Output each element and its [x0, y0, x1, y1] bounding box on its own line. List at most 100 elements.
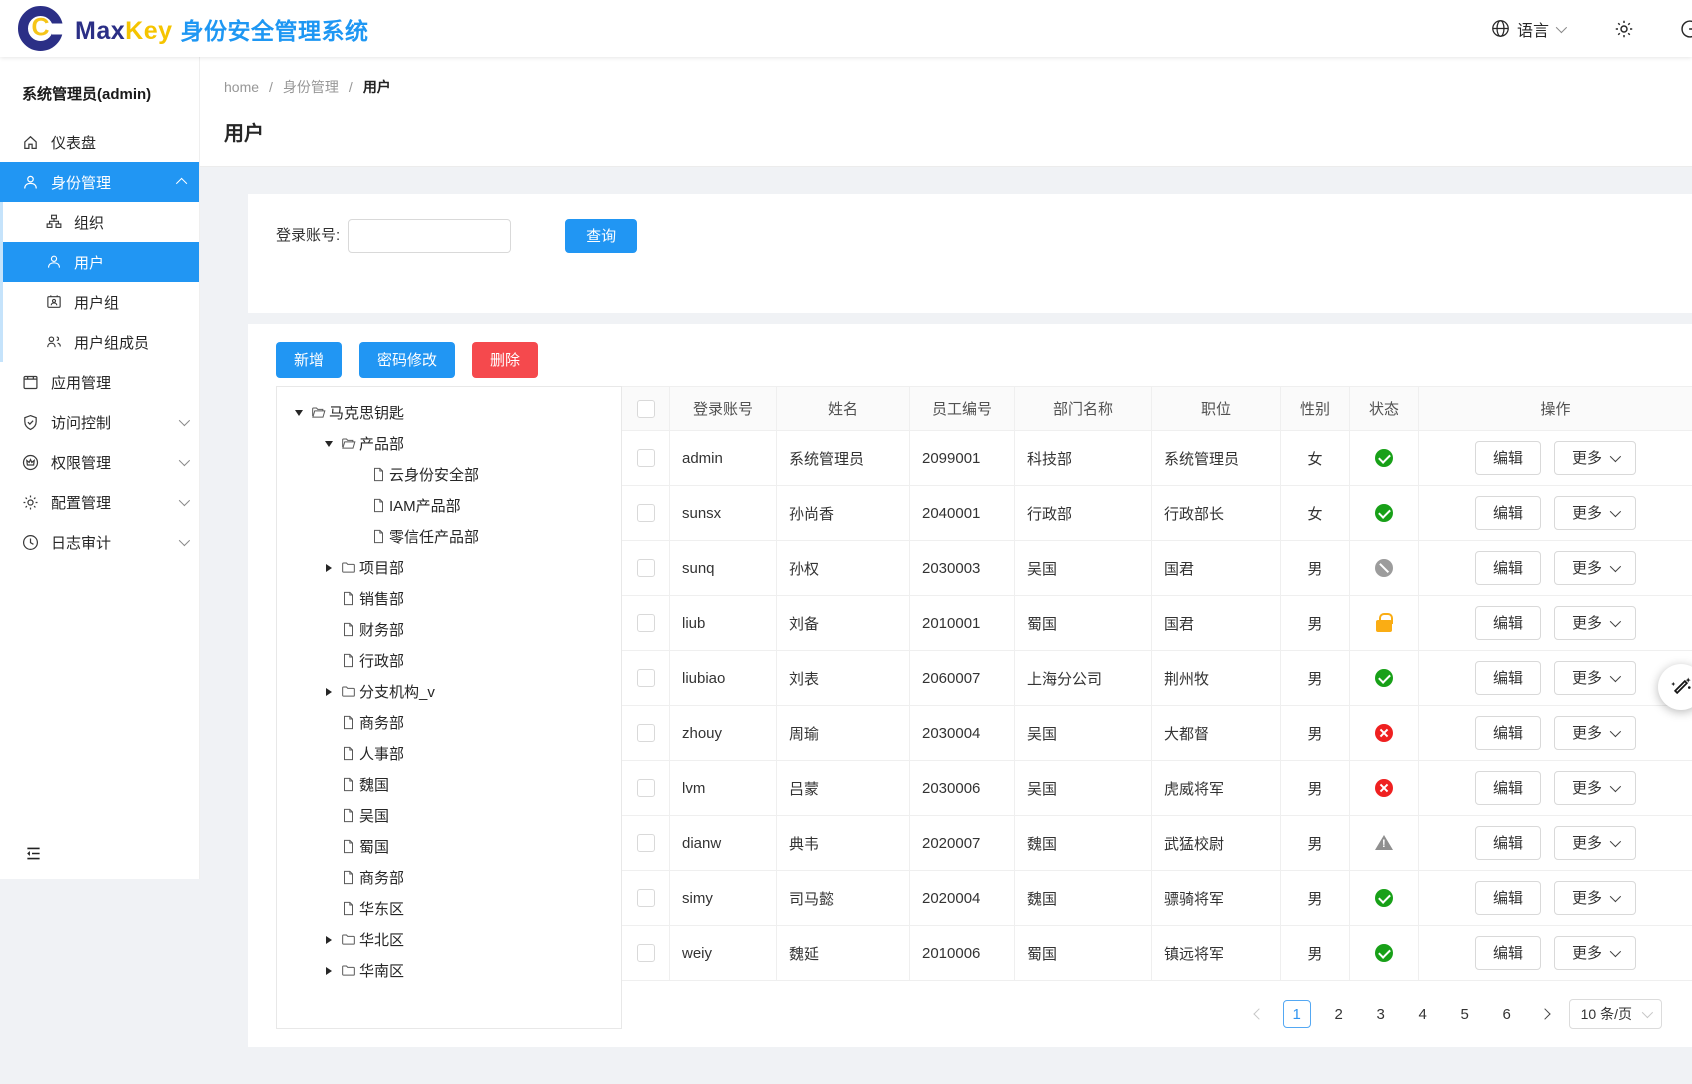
edit-button[interactable]: 编辑 [1475, 551, 1541, 585]
file-icon [341, 870, 356, 885]
cell-employee-no: 2030006 [910, 761, 1015, 815]
tree-node[interactable]: 产品部 [277, 428, 621, 459]
logout-button[interactable] [1680, 19, 1692, 39]
chevron-down-icon [1610, 946, 1621, 957]
tree-node[interactable]: 分支机构_v [277, 676, 621, 707]
edit-button[interactable]: 编辑 [1475, 496, 1541, 530]
chevron-down-icon [1610, 561, 1621, 572]
edit-button[interactable]: 编辑 [1475, 826, 1541, 860]
row-checkbox[interactable] [637, 889, 655, 907]
tree-node[interactable]: 马克思钥匙 [277, 397, 621, 428]
sidebar-item-organization[interactable]: 组织 [3, 202, 199, 242]
tree-node[interactable]: 华东区 [277, 893, 621, 924]
edit-button[interactable]: 编辑 [1475, 771, 1541, 805]
row-checkbox[interactable] [637, 834, 655, 852]
tree-node[interactable]: 项目部 [277, 552, 621, 583]
breadcrumb-identity[interactable]: 身份管理 [283, 77, 339, 97]
page-button-1[interactable]: 1 [1283, 1000, 1311, 1028]
tree-node[interactable]: 商务部 [277, 862, 621, 893]
shield-check-icon [22, 414, 39, 431]
tree-node[interactable]: 魏国 [277, 769, 621, 800]
more-button[interactable]: 更多 [1554, 441, 1636, 475]
page-size-select[interactable]: 10 条/页 [1569, 999, 1662, 1029]
tree-node[interactable]: 蜀国 [277, 831, 621, 862]
more-button[interactable]: 更多 [1554, 551, 1636, 585]
cell-employee-no: 2060007 [910, 651, 1015, 705]
edit-button[interactable]: 编辑 [1475, 716, 1541, 750]
edit-button[interactable]: 编辑 [1475, 881, 1541, 915]
edit-button[interactable]: 编辑 [1475, 661, 1541, 695]
edit-button[interactable]: 编辑 [1475, 936, 1541, 970]
edit-button[interactable]: 编辑 [1475, 606, 1541, 640]
language-selector[interactable]: 语言 [1491, 17, 1564, 41]
tree-node[interactable]: 商务部 [277, 707, 621, 738]
cell-name: 典韦 [777, 816, 910, 870]
sidebar-item-permissions[interactable]: 权限管理 [0, 442, 199, 482]
edit-button[interactable]: 编辑 [1475, 441, 1541, 475]
row-checkbox[interactable] [637, 559, 655, 577]
row-checkbox[interactable] [637, 724, 655, 742]
more-button[interactable]: 更多 [1554, 716, 1636, 750]
chevron-down-icon [179, 495, 190, 506]
row-checkbox[interactable] [637, 669, 655, 687]
row-checkbox[interactable] [637, 449, 655, 467]
sidebar-item-group-members[interactable]: 用户组成员 [3, 322, 199, 362]
more-button[interactable]: 更多 [1554, 936, 1636, 970]
add-button[interactable]: 新增 [276, 342, 342, 378]
query-button[interactable]: 查询 [565, 219, 637, 253]
tree-node[interactable]: 财务部 [277, 614, 621, 645]
more-button[interactable]: 更多 [1554, 881, 1636, 915]
sidebar-item-user-groups[interactable]: 用户组 [3, 282, 199, 322]
tree-node[interactable]: 华北区 [277, 924, 621, 955]
page-button-3[interactable]: 3 [1367, 1000, 1395, 1028]
tree-node[interactable]: 零信任产品部 [277, 521, 621, 552]
col-account: 登录账号 [670, 387, 777, 430]
cell-account: lvm [670, 761, 777, 815]
delete-button[interactable]: 删除 [472, 342, 538, 378]
sidebar-item-configuration[interactable]: 配置管理 [0, 482, 199, 522]
tree-node[interactable]: 行政部 [277, 645, 621, 676]
login-account-input[interactable] [348, 219, 511, 253]
row-checkbox[interactable] [637, 779, 655, 797]
page-button-5[interactable]: 5 [1451, 1000, 1479, 1028]
more-button[interactable]: 更多 [1554, 496, 1636, 530]
table-row: dianw 典韦 2020007 魏国 武猛校尉 男 编辑 更多 [622, 816, 1692, 871]
cell-name: 孙权 [777, 541, 910, 595]
tree-node[interactable]: 华南区 [277, 955, 621, 986]
sidebar-item-access-control[interactable]: 访问控制 [0, 402, 199, 442]
tree-node[interactable]: 吴国 [277, 800, 621, 831]
tree-node[interactable]: 销售部 [277, 583, 621, 614]
row-checkbox[interactable] [637, 944, 655, 962]
cell-department: 魏国 [1015, 871, 1152, 925]
change-password-button[interactable]: 密码修改 [359, 342, 455, 378]
breadcrumb-home[interactable]: home [224, 79, 259, 95]
select-all-checkbox[interactable] [637, 400, 655, 418]
row-checkbox[interactable] [637, 614, 655, 632]
more-button[interactable]: 更多 [1554, 661, 1636, 695]
sidebar-item-users[interactable]: 用户 [3, 242, 199, 282]
more-button[interactable]: 更多 [1554, 826, 1636, 860]
more-button[interactable]: 更多 [1554, 771, 1636, 805]
cell-gender: 男 [1281, 706, 1350, 760]
sidebar-item-audit-log[interactable]: 日志审计 [0, 522, 199, 562]
sidebar-item-dashboard[interactable]: 仪表盘 [0, 122, 199, 162]
file-icon [341, 777, 356, 792]
row-checkbox[interactable] [637, 504, 655, 522]
collapse-sidebar-button[interactable] [0, 844, 199, 879]
more-button[interactable]: 更多 [1554, 606, 1636, 640]
sidebar-item-applications[interactable]: 应用管理 [0, 362, 199, 402]
page-button-6[interactable]: 6 [1493, 1000, 1521, 1028]
sidebar-item-identity[interactable]: 身份管理 [0, 162, 199, 202]
team-icon [46, 334, 62, 350]
settings-button[interactable] [1614, 19, 1634, 39]
tree-node[interactable]: 云身份安全部 [277, 459, 621, 490]
chevron-up-icon [176, 178, 187, 189]
home-icon [22, 134, 39, 151]
page-button-2[interactable]: 2 [1325, 1000, 1353, 1028]
table-row: zhouy 周瑜 2030004 吴国 大都督 男 编辑 更多 [622, 706, 1692, 761]
next-page-button[interactable] [1535, 1010, 1555, 1018]
prev-page-button[interactable] [1249, 1010, 1269, 1018]
page-button-4[interactable]: 4 [1409, 1000, 1437, 1028]
tree-node[interactable]: 人事部 [277, 738, 621, 769]
tree-node[interactable]: IAM产品部 [277, 490, 621, 521]
